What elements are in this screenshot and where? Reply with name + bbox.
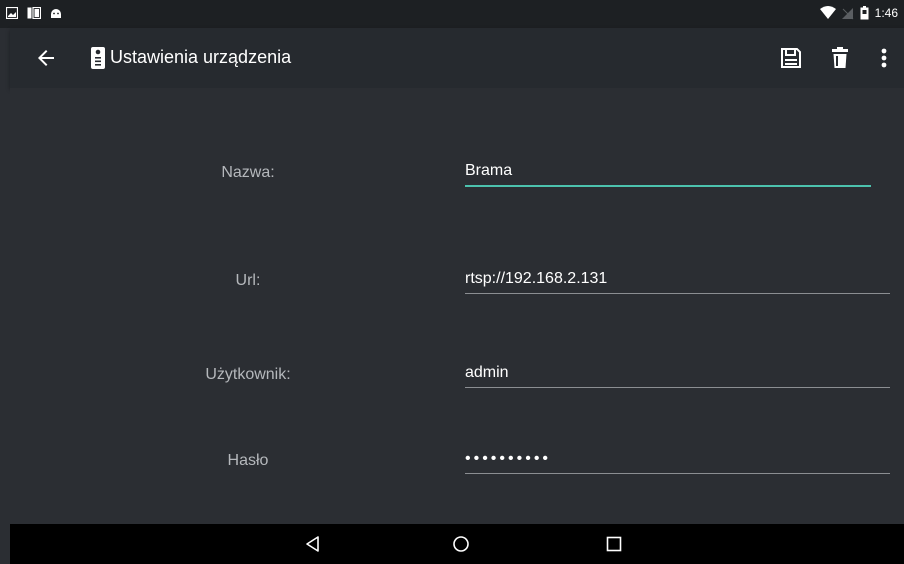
system-nav-bar bbox=[10, 524, 904, 564]
no-signal-icon bbox=[841, 8, 853, 20]
delete-icon[interactable] bbox=[828, 46, 852, 70]
save-icon[interactable] bbox=[779, 46, 803, 70]
device-settings-form: Nazwa: Brama Url: rtsp://192.168.2.131 U… bbox=[10, 88, 904, 524]
status-bar-right: 1:46 bbox=[819, 6, 898, 20]
user-field[interactable]: admin bbox=[465, 361, 890, 388]
status-bar: 1:46 bbox=[0, 0, 904, 28]
android-icon bbox=[51, 9, 61, 18]
more-vert-icon[interactable] bbox=[872, 46, 896, 70]
home-circle-icon[interactable] bbox=[451, 534, 471, 554]
wifi-icon bbox=[819, 6, 836, 19]
name-label: Nazwa: bbox=[221, 164, 275, 181]
recents-square-icon[interactable] bbox=[604, 534, 624, 554]
clock: 1:46 bbox=[874, 6, 898, 20]
password-label: Hasło bbox=[227, 452, 269, 469]
page-title: Ustawienia urządzenia bbox=[110, 47, 292, 67]
battery-icon bbox=[860, 6, 869, 20]
status-bar-left bbox=[6, 7, 62, 19]
user-label: Użytkownik: bbox=[205, 366, 291, 383]
image-icon bbox=[6, 7, 18, 19]
url-label: Url: bbox=[235, 272, 261, 289]
cast-icon bbox=[27, 7, 41, 19]
app-toolbar: Ustawienia urządzenia bbox=[10, 28, 904, 88]
back-triangle-icon[interactable] bbox=[303, 534, 323, 554]
url-field[interactable]: rtsp://192.168.2.131 bbox=[465, 267, 890, 294]
arrow-left-icon[interactable] bbox=[34, 46, 58, 70]
intercom-icon bbox=[91, 47, 105, 69]
name-field[interactable]: Brama bbox=[465, 159, 871, 187]
password-field[interactable]: •••••••••• bbox=[465, 447, 890, 474]
